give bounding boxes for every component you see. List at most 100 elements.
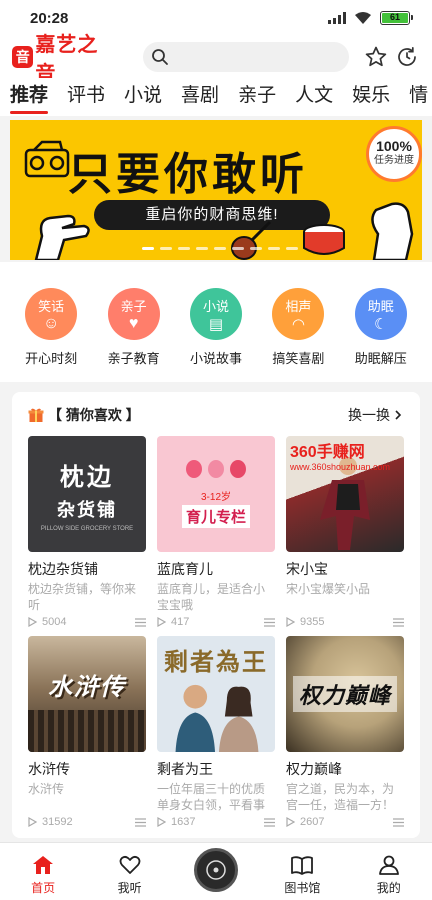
album-card[interactable]: 权力巅峰 权力巅峰 官之道，民为本，为官一任，造福一方！军人 2607 bbox=[286, 636, 404, 836]
laugh-icon: 笑话 ☺ bbox=[25, 288, 78, 340]
album-title: 权力巅峰 bbox=[286, 761, 342, 777]
watermark-title: 360手赚网 bbox=[290, 444, 365, 461]
status-time: 20:28 bbox=[30, 9, 69, 27]
nav-label: 首页 bbox=[31, 881, 56, 895]
drum-icon bbox=[303, 224, 345, 255]
list-icon bbox=[264, 817, 275, 827]
play-icon bbox=[286, 817, 295, 827]
album-title: 水浒传 bbox=[28, 761, 70, 777]
pipa-icon bbox=[231, 220, 272, 260]
album-stats: 2607 bbox=[286, 816, 404, 828]
nav-my-listen[interactable]: 我听 bbox=[95, 853, 165, 896]
album-desc: 蓝底育儿，是适合小宝宝哦 bbox=[157, 582, 266, 612]
album-stats: 9355 bbox=[286, 616, 404, 628]
channel-novel[interactable]: 小说 ▤ 小说故事 bbox=[178, 288, 254, 382]
category-tabs: 推荐 评书 小说 喜剧 亲子 人文 娱乐 情 bbox=[0, 78, 432, 116]
album-desc: 水浒传 bbox=[28, 782, 65, 796]
play-icon bbox=[28, 617, 37, 627]
album-stats: 5004 bbox=[28, 616, 146, 628]
nav-library[interactable]: 图书馆 bbox=[267, 853, 337, 896]
radio-icon bbox=[24, 140, 70, 178]
channel-parenting[interactable]: 亲子 ♥ 亲子教育 bbox=[96, 288, 172, 382]
tab-pingshu[interactable]: 评书 bbox=[67, 78, 105, 116]
section-title: 【 猜你喜欢 】 bbox=[28, 405, 140, 425]
album-desc: 宋小宝爆笑小品 bbox=[286, 582, 371, 596]
album-desc: 枕边杂货铺，等你来听 bbox=[28, 582, 137, 612]
book-icon: 小说 ▤ bbox=[189, 288, 242, 340]
player-icon bbox=[193, 848, 238, 892]
list-icon bbox=[264, 617, 275, 627]
gift-icon bbox=[28, 408, 44, 422]
wifi-icon bbox=[355, 12, 371, 24]
nav-player[interactable] bbox=[181, 848, 251, 896]
channel-sleep[interactable]: 助眠 ☾ 助眠解压 bbox=[343, 288, 419, 382]
tab-entertainment[interactable]: 娱乐 bbox=[352, 78, 390, 116]
album-cover: 枕边 杂货铺 PILLOW SIDE GROCERY STORE bbox=[28, 436, 146, 552]
album-card[interactable]: 剩者為王 剩者为王 一位年届三十的优质单身女白领，平看事业有 1637 bbox=[157, 636, 275, 836]
nav-profile[interactable]: 我的 bbox=[354, 853, 424, 896]
album-card[interactable]: 枕边 杂货铺 PILLOW SIDE GROCERY STORE 枕边杂货铺 枕… bbox=[28, 436, 146, 636]
play-count: 2607 bbox=[286, 816, 324, 828]
album-card[interactable]: 水浒传 水浒传 水浒传 31592 bbox=[28, 636, 146, 836]
heart-icon bbox=[119, 855, 140, 874]
user-icon bbox=[378, 855, 399, 875]
signal-icon bbox=[328, 12, 346, 24]
tab-emotion[interactable]: 情 bbox=[409, 78, 428, 116]
play-count: 31592 bbox=[28, 816, 73, 828]
nav-label: 我听 bbox=[117, 881, 142, 895]
channel-crosstalk[interactable]: 相声 ◠ 搞笑喜剧 bbox=[260, 288, 336, 382]
battery-icon: 61 bbox=[380, 11, 413, 25]
hand-left-icon bbox=[34, 214, 90, 260]
play-icon bbox=[157, 817, 166, 827]
channel-label: 亲子教育 bbox=[107, 351, 160, 366]
tab-novel[interactable]: 小说 bbox=[124, 78, 162, 116]
channel-label: 助眠解压 bbox=[354, 351, 407, 366]
watermark-url: www.360shouzhuan.com bbox=[290, 462, 391, 472]
album-title: 枕边杂货铺 bbox=[28, 561, 98, 577]
album-cover: 剩者為王 bbox=[157, 636, 275, 752]
banner-title: 只要你敢听 bbox=[68, 150, 308, 199]
favorite-button[interactable] bbox=[363, 44, 388, 70]
history-button[interactable] bbox=[395, 44, 420, 70]
hand-right-icon bbox=[371, 202, 414, 260]
fan-icon: 相声 ◠ bbox=[272, 288, 325, 340]
banner-subtitle: 重启你的财商思维! bbox=[94, 200, 330, 230]
crowd-figures bbox=[28, 710, 146, 752]
tab-comedy[interactable]: 喜剧 bbox=[181, 78, 219, 116]
watermark: 360手赚网 www.360shouzhuan.com bbox=[290, 438, 420, 472]
list-icon bbox=[135, 817, 146, 827]
section-header: 【 猜你喜欢 】 换一换 bbox=[28, 404, 404, 426]
disc-icon bbox=[206, 860, 226, 880]
album-title: 宋小宝 bbox=[286, 561, 328, 577]
status-icons: 61 bbox=[328, 11, 413, 25]
channel-shortcuts: 笑话 ☺ 开心时刻 亲子 ♥ 亲子教育 小说 ▤ 小说故事 相声 ◠ 搞笑喜剧 助眠 ☾ … bbox=[0, 262, 432, 382]
tab-recommend[interactable]: 推荐 bbox=[10, 78, 49, 116]
promo-banner[interactable]: 只要你敢听 重启你的财商思维! 100% 任务进度 bbox=[10, 120, 422, 260]
play-count: 9355 bbox=[286, 616, 324, 628]
nav-label: 我的 bbox=[376, 881, 401, 895]
album-title: 剩者为王 bbox=[157, 761, 213, 777]
play-count: 1637 bbox=[157, 816, 195, 828]
album-desc: 一位年届三十的优质单身女白领，平看事业有 bbox=[157, 782, 266, 812]
home-icon bbox=[33, 856, 54, 874]
task-progress-badge: 100% 任务进度 bbox=[366, 126, 422, 182]
tab-humanities[interactable]: 人文 bbox=[295, 78, 333, 116]
channel-jokes[interactable]: 笑话 ☺ 开心时刻 bbox=[13, 288, 89, 382]
refresh-button[interactable]: 换一换 bbox=[348, 405, 404, 425]
play-icon bbox=[286, 617, 295, 627]
album-card[interactable]: 3-12岁 育儿专栏 蓝底育儿 蓝底育儿，是适合小宝宝哦 417 bbox=[157, 436, 275, 636]
balloon-icons bbox=[186, 460, 246, 478]
channel-label: 搞笑喜剧 bbox=[272, 351, 325, 366]
search-bar[interactable] bbox=[143, 42, 350, 72]
banner-pagination bbox=[142, 247, 298, 250]
album-stats: 31592 bbox=[28, 816, 146, 828]
album-cover: 水浒传 bbox=[28, 636, 146, 752]
nav-home[interactable]: 首页 bbox=[8, 853, 78, 896]
album-title: 蓝底育儿 bbox=[157, 561, 213, 577]
clock-icon bbox=[398, 46, 417, 66]
album-stats: 1637 bbox=[157, 816, 275, 828]
album-stats: 417 bbox=[157, 616, 275, 628]
battery-level: 61 bbox=[382, 13, 408, 23]
refresh-label: 换一换 bbox=[348, 407, 390, 423]
tab-parenting[interactable]: 亲子 bbox=[238, 78, 276, 116]
